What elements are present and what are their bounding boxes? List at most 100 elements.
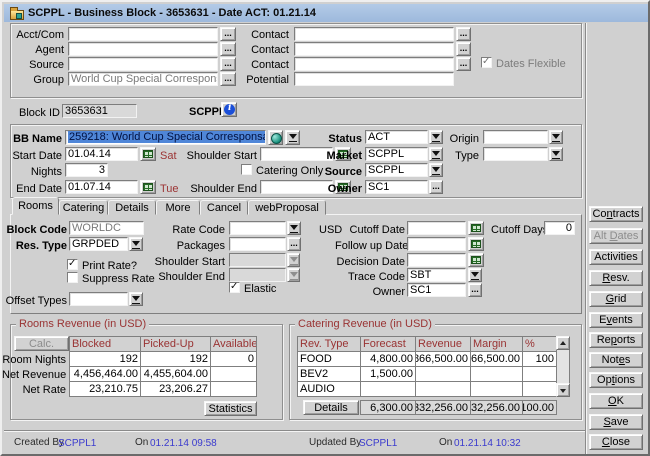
potential-field[interactable] — [294, 72, 454, 86]
cutoff-date-calendar-button[interactable] — [468, 221, 484, 235]
tab-rooms[interactable]: Rooms — [12, 197, 59, 215]
cat-row-food-forecast[interactable]: 4,800.00 — [360, 351, 416, 367]
cutoff-date-field[interactable] — [407, 221, 466, 235]
owner-lookup-button[interactable]: ... — [429, 180, 443, 194]
block-code-field[interactable]: WORLDC — [69, 221, 144, 235]
type-field[interactable] — [483, 147, 548, 161]
bb-name-field[interactable]: 259218: World Cup Special Corresponsals — [65, 130, 266, 145]
cat-row-audio-revenue[interactable] — [415, 381, 471, 397]
options-button[interactable]: Options — [589, 372, 643, 388]
statistics-button[interactable]: Statistics — [204, 401, 257, 416]
save-button[interactable]: Save — [589, 414, 643, 430]
cat-row-bev2-type[interactable]: BEV2 — [297, 366, 361, 382]
cutoff-days-field[interactable]: 0 — [544, 221, 575, 235]
market-field[interactable]: SCPPL — [365, 147, 428, 161]
scroll-down-icon[interactable] — [556, 383, 570, 397]
tab-owner-field[interactable]: SC1 — [407, 283, 466, 297]
decision-calendar-button[interactable] — [468, 253, 484, 267]
type-list-button[interactable] — [549, 147, 563, 161]
vertical-separator — [585, 23, 587, 454]
start-date-field[interactable]: 01.04.14 — [65, 147, 138, 161]
end-date-field[interactable]: 01.07.14 — [65, 180, 138, 194]
scroll-up-icon[interactable] — [556, 336, 570, 350]
contact1-lookup-button[interactable]: ... — [456, 27, 471, 41]
offset-types-list-button[interactable] — [129, 292, 143, 306]
title-bar[interactable]: SCPPL - Business Block - 3653631 - Date … — [4, 4, 648, 22]
source-lookup-button[interactable]: ... — [220, 57, 236, 71]
cat-row-audio-type[interactable]: AUDIO — [297, 381, 361, 397]
follow-up-calendar-button[interactable] — [468, 237, 484, 251]
source-field[interactable] — [68, 57, 218, 71]
rooms-col-blocked: Blocked — [69, 336, 141, 352]
tab-catering[interactable]: Catering — [59, 200, 108, 215]
cat-row-audio-forecast[interactable] — [360, 381, 416, 397]
property-info-button[interactable] — [221, 102, 237, 117]
source-code-field[interactable]: SCPPL — [365, 163, 428, 177]
grid-button[interactable]: Grid — [589, 291, 643, 307]
group-lookup-button[interactable]: ... — [220, 72, 236, 86]
rate-code-field[interactable] — [229, 221, 286, 235]
source-code-list-button[interactable] — [429, 163, 443, 177]
elastic-checkbox[interactable] — [229, 282, 240, 293]
cat-row-food-revenue[interactable]: 9,866,500.00 — [415, 351, 471, 367]
nights-field[interactable]: 3 — [65, 163, 108, 177]
tab-cancel[interactable]: Cancel — [200, 200, 248, 215]
status-field[interactable]: ACT — [365, 130, 428, 144]
contracts-button[interactable]: Contracts — [589, 206, 643, 222]
net-revenue-blocked: 4,456,464.00 — [69, 366, 141, 382]
end-date-calendar-button[interactable] — [140, 180, 156, 194]
bb-name-list-button[interactable] — [285, 130, 300, 145]
tab-webproposal[interactable]: webProposal — [248, 200, 326, 215]
contact1-field[interactable] — [294, 27, 454, 41]
cat-row-food-pct[interactable]: 100 — [522, 351, 557, 367]
start-date-calendar-button[interactable] — [140, 147, 156, 161]
acct-com-lookup-button[interactable]: ... — [220, 27, 236, 41]
contact3-lookup-button[interactable]: ... — [456, 57, 471, 71]
tab-owner-lookup-button[interactable]: ... — [468, 283, 482, 297]
trace-code-field[interactable]: SBT — [407, 268, 466, 282]
agent-lookup-button[interactable]: ... — [220, 42, 236, 56]
tab-more[interactable]: More — [156, 200, 200, 215]
cat-row-food-type[interactable]: FOOD — [297, 351, 361, 367]
close-button[interactable]: Close — [589, 434, 643, 450]
follow-up-date-field[interactable] — [407, 237, 466, 251]
group-field[interactable]: World Cup Special Corresponsals — [68, 72, 218, 86]
contact3-field[interactable] — [294, 57, 454, 71]
notes-button[interactable]: Notes — [589, 352, 643, 368]
created-by-label: Created By — [14, 437, 64, 448]
cat-row-audio-margin[interactable] — [470, 381, 523, 397]
reports-button[interactable]: Reports — [589, 332, 643, 348]
translate-globe-button[interactable] — [268, 130, 283, 145]
packages-field[interactable] — [229, 237, 286, 251]
catering-only-checkbox[interactable] — [241, 164, 252, 175]
rate-code-list-button[interactable] — [287, 221, 301, 235]
contact2-field[interactable] — [294, 42, 454, 56]
contact2-lookup-button[interactable]: ... — [456, 42, 471, 56]
cat-row-bev2-forecast[interactable]: 1,500.00 — [360, 366, 416, 382]
cat-row-food-margin[interactable]: 9,866,500.00 — [470, 351, 523, 367]
owner-field[interactable]: SC1 — [365, 180, 428, 194]
details-button[interactable]: Details — [303, 400, 359, 415]
res-type-field[interactable]: GRPDED — [69, 237, 128, 251]
trace-code-list-button[interactable] — [468, 268, 482, 282]
tab-details[interactable]: Details — [108, 200, 156, 215]
events-button[interactable]: Events — [589, 312, 643, 328]
cat-row-audio-pct[interactable] — [522, 381, 557, 397]
agent-field[interactable] — [68, 42, 218, 56]
res-type-list-button[interactable] — [129, 237, 143, 251]
cat-row-bev2-margin[interactable] — [470, 366, 523, 382]
offset-types-field[interactable] — [69, 292, 128, 306]
acct-com-field[interactable] — [68, 27, 218, 41]
cat-row-bev2-revenue[interactable] — [415, 366, 471, 382]
packages-lookup-button[interactable]: ... — [287, 237, 301, 251]
activities-button[interactable]: Activities — [589, 249, 643, 265]
ok-button[interactable]: OK — [589, 393, 643, 409]
dates-flexible-checkbox[interactable] — [481, 57, 492, 68]
origin-field[interactable] — [483, 130, 548, 144]
decision-date-field[interactable] — [407, 253, 466, 267]
print-rate-checkbox[interactable] — [67, 259, 78, 270]
suppress-rate-checkbox[interactable] — [67, 272, 78, 283]
resv-button[interactable]: Resv. — [589, 270, 643, 286]
cat-row-bev2-pct[interactable] — [522, 366, 557, 382]
origin-list-button[interactable] — [549, 130, 563, 144]
